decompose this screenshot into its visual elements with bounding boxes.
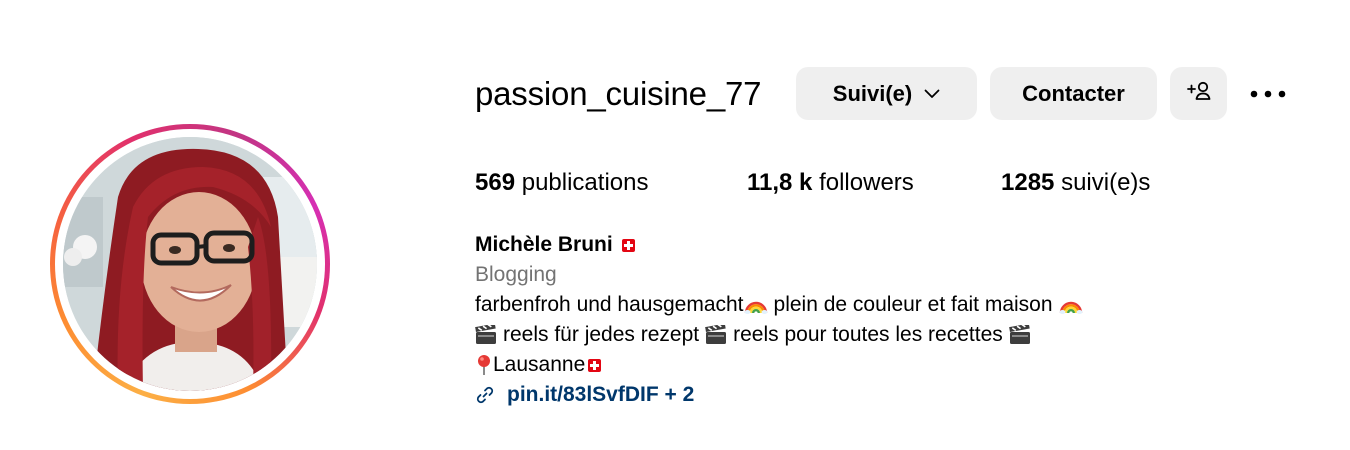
add-person-icon [1186, 80, 1212, 108]
bio-line-2: reels für jedes rezept reels pour toutes… [475, 320, 1315, 350]
following-button[interactable]: Suivi(e) [796, 67, 977, 120]
bio-name-line: Michèle Bruni [475, 230, 1315, 260]
clapper-board-emoji [705, 325, 727, 345]
profile-username: passion_cuisine_77 [475, 75, 762, 112]
bio-text-fr: plein de couleur et fait maison [773, 293, 1053, 316]
stat-following[interactable]: 1285 suivi(e)s [1001, 168, 1150, 198]
bio-line-1: farbenfroh und hausgemacht plein de coul… [475, 290, 1315, 320]
following-label: suivi(e)s [1061, 169, 1151, 196]
clapper-board-emoji [1008, 325, 1031, 345]
rainbow-emoji [1059, 296, 1083, 314]
followers-label: followers [819, 169, 914, 196]
profile-avatar-ring[interactable] [50, 124, 330, 404]
contact-button[interactable]: Contacter [990, 67, 1157, 120]
bio-category: Blogging [475, 263, 557, 286]
stat-posts: 569 publications [475, 168, 648, 198]
bio-text-fr-2: reels pour toutes les recettes [733, 323, 1003, 346]
suggested-accounts-button[interactable] [1170, 67, 1227, 120]
bio-location-line: Lausanne [475, 350, 1315, 380]
bio-category-line: Blogging [475, 260, 1315, 290]
profile-bio: Michèle Bruni Blogging farbenfroh und ha… [475, 230, 1315, 410]
swiss-flag-emoji [621, 238, 635, 252]
bio-location: Lausanne [493, 353, 586, 376]
avatar-photo [63, 137, 317, 391]
bio-link-line[interactable]: pin.it/83lSvfDIF + 2 [475, 380, 1315, 410]
round-pushpin-emoji [475, 354, 493, 376]
bio-link[interactable]: pin.it/83lSvfDIF + 2 [507, 380, 694, 410]
chevron-down-icon [924, 89, 940, 99]
followers-count: 11,8 k [747, 169, 813, 196]
posts-count: 569 [475, 169, 516, 196]
posts-label: publications [521, 169, 649, 196]
following-button-label: Suivi(e) [832, 80, 913, 106]
link-icon [475, 385, 495, 405]
bio-text-de-2: reels für jedes rezept [503, 323, 700, 346]
stat-followers[interactable]: 11,8 k followers [747, 168, 914, 198]
clapper-board-emoji [475, 325, 497, 345]
contact-button-label: Contacter [1022, 80, 1125, 106]
following-count: 1285 [1001, 169, 1055, 196]
bio-full-name: Michèle Bruni [475, 233, 613, 256]
bio-text-de: farbenfroh und hausgemacht [475, 293, 744, 316]
more-options-icon[interactable] [1246, 82, 1290, 106]
rainbow-emoji [744, 296, 768, 314]
swiss-flag-emoji [588, 358, 602, 372]
profile-avatar[interactable] [63, 137, 317, 391]
